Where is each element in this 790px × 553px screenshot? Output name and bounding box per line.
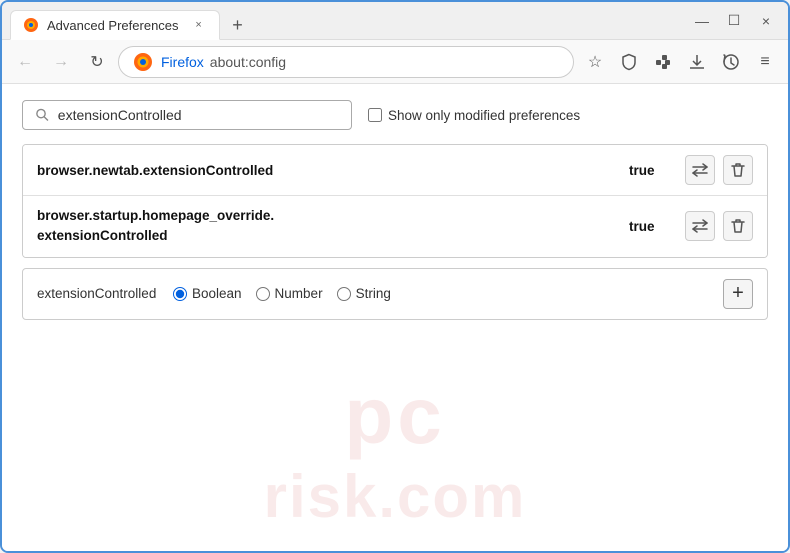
pref-value-1: true: [629, 163, 669, 178]
radio-string[interactable]: String: [337, 286, 391, 301]
search-bar-row: Show only modified preferences: [22, 100, 768, 130]
table-row[interactable]: browser.newtab.extensionControlled true: [23, 145, 767, 196]
add-pref-button[interactable]: +: [723, 279, 753, 309]
firefox-logo: [131, 50, 155, 74]
menu-button[interactable]: ≡: [750, 47, 780, 77]
search-input-wrap[interactable]: [22, 100, 352, 130]
radio-number-input[interactable]: [256, 287, 270, 301]
pref-name-2: browser.startup.homepage_override.extens…: [37, 206, 629, 247]
back-button[interactable]: ←: [10, 47, 40, 77]
pref-value-2: true: [629, 219, 669, 234]
browser-window: Advanced Preferences × + — ☐ × ← → ↻ Fir…: [0, 0, 790, 553]
nav-icons-right: ☆: [580, 47, 780, 77]
address-bar[interactable]: Firefox about:config: [118, 46, 574, 78]
radio-group: Boolean Number String: [173, 286, 707, 301]
toggle-button-1[interactable]: [685, 155, 715, 185]
address-firefox-label: Firefox: [161, 54, 204, 70]
tab-title: Advanced Preferences: [47, 18, 179, 33]
radio-number[interactable]: Number: [256, 286, 323, 301]
tab-area: Advanced Preferences × +: [10, 2, 680, 39]
radio-boolean[interactable]: Boolean: [173, 286, 242, 301]
history-button[interactable]: [716, 47, 746, 77]
radio-boolean-input[interactable]: [173, 287, 187, 301]
search-icon: [35, 107, 50, 123]
show-modified-checkbox-label[interactable]: Show only modified preferences: [368, 108, 580, 123]
close-window-button[interactable]: ×: [752, 7, 780, 35]
toggle-button-2[interactable]: [685, 211, 715, 241]
minimize-button[interactable]: —: [688, 7, 716, 35]
show-modified-checkbox[interactable]: [368, 108, 382, 122]
reload-button[interactable]: ↻: [82, 47, 112, 77]
delete-icon-1: [731, 162, 745, 178]
active-tab[interactable]: Advanced Preferences ×: [10, 10, 220, 40]
window-controls: — ☐ ×: [688, 7, 780, 35]
nav-bar: ← → ↻ Firefox about:config ☆: [2, 40, 788, 84]
results-table: browser.newtab.extensionControlled true: [22, 144, 768, 258]
title-bar: Advanced Preferences × + — ☐ ×: [2, 2, 788, 40]
result-actions-1: [685, 155, 753, 185]
extension-button[interactable]: [648, 47, 678, 77]
show-modified-label: Show only modified preferences: [388, 108, 580, 123]
pref-name-1: browser.newtab.extensionControlled: [37, 163, 629, 178]
result-actions-2: [685, 211, 753, 241]
delete-button-1[interactable]: [723, 155, 753, 185]
new-tab-button[interactable]: +: [224, 11, 252, 39]
radio-string-label: String: [356, 286, 391, 301]
radio-boolean-label: Boolean: [192, 286, 242, 301]
table-row[interactable]: browser.startup.homepage_override.extens…: [23, 196, 767, 257]
delete-button-2[interactable]: [723, 211, 753, 241]
address-url: about:config: [210, 54, 286, 70]
new-pref-row: extensionControlled Boolean Number Strin…: [22, 268, 768, 320]
tab-close-button[interactable]: ×: [191, 17, 207, 33]
forward-button[interactable]: →: [46, 47, 76, 77]
radio-number-label: Number: [275, 286, 323, 301]
delete-icon-2: [731, 218, 745, 234]
bookmark-button[interactable]: ☆: [580, 47, 610, 77]
watermark-line1: pc: [344, 370, 445, 462]
shield-button[interactable]: [614, 47, 644, 77]
radio-string-input[interactable]: [337, 287, 351, 301]
watermark: pc risk.com: [264, 370, 527, 531]
watermark-line2: risk.com: [264, 462, 527, 531]
downloads-button[interactable]: [682, 47, 712, 77]
tab-favicon: [23, 17, 39, 33]
maximize-button[interactable]: ☐: [720, 7, 748, 35]
search-input[interactable]: [58, 107, 339, 123]
new-pref-name: extensionControlled: [37, 286, 157, 301]
content-area: Show only modified preferences browser.n…: [2, 84, 788, 551]
toggle-icon-1: [691, 163, 709, 177]
toggle-icon-2: [691, 219, 709, 233]
